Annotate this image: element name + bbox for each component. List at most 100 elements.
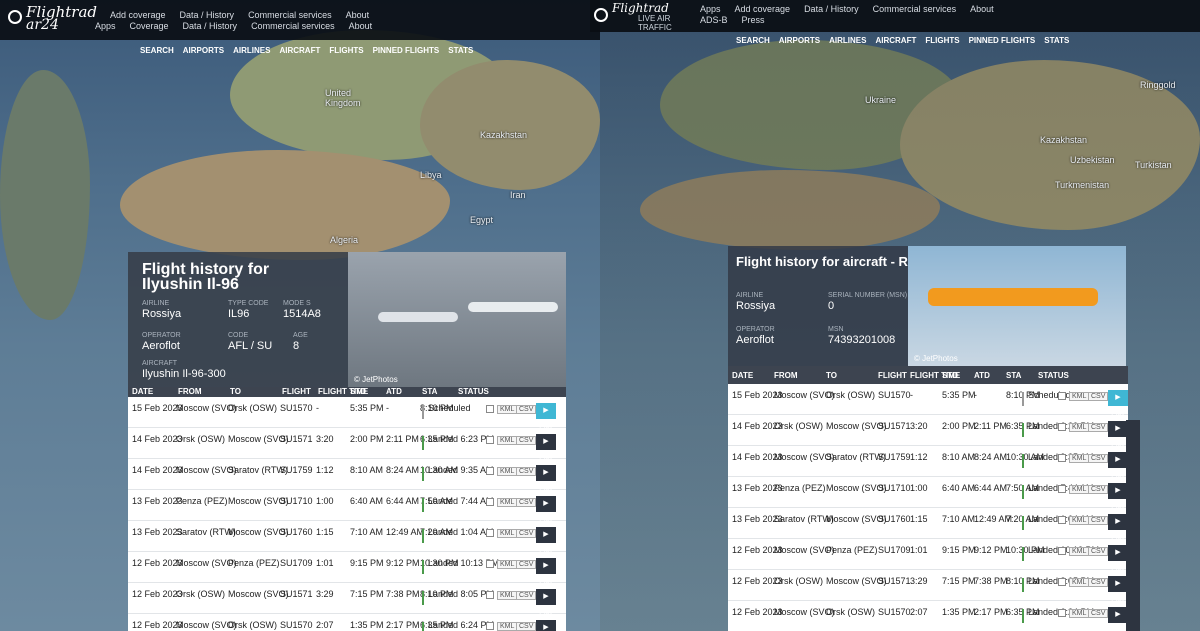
row-select-checkbox[interactable] [486,498,494,506]
play-flight-button[interactable]: ▶ Play [1108,452,1128,479]
csv-download-button[interactable]: CSV [1088,547,1109,556]
row-select-checkbox[interactable] [486,560,494,568]
cell-to[interactable]: Orsk (OSW) [826,390,875,400]
cell-flight[interactable]: SU1570 [878,607,911,617]
cell-flight[interactable]: SU1571 [280,434,313,444]
cell-to[interactable]: Saratov (RTW) [228,465,288,475]
cell-flight[interactable]: SU1710 [280,496,313,506]
cell-from[interactable]: Orsk (OSW) [176,589,225,599]
cell-from[interactable]: Penza (PEZ) [774,483,826,493]
table-row[interactable]: 13 Feb 2023 Saratov (RTW) Moscow (SVO) SU17… [128,521,566,554]
play-flight-button[interactable]: ▶ Play [1108,390,1128,417]
csv-download-button[interactable]: CSV [516,529,537,538]
nav-item[interactable]: Commercial services [873,4,957,14]
play-flight-button[interactable]: ▶ Play [1108,545,1128,572]
table-row[interactable]: 14 Feb 2023 Orsk (OSW) Moscow (SVO) SU1571 3… [128,428,566,461]
nav-item[interactable]: About [970,4,994,14]
kml-download-button[interactable]: KML [497,436,518,445]
nav-item[interactable]: Data / History [180,10,235,20]
nav-item[interactable]: About [346,10,370,20]
cell-flight[interactable]: SU1709 [878,545,911,555]
nav-item[interactable]: Press [742,15,765,25]
kml-download-button[interactable]: KML [497,622,518,631]
play-flight-button[interactable]: ▶ Play [1108,421,1128,448]
csv-download-button[interactable]: CSV [516,622,537,631]
table-row[interactable]: 12 Feb 2023 Moscow (SVO) Penza (PEZ) SU1709… [728,539,1128,572]
csv-download-button[interactable]: CSV [516,591,537,600]
cell-from[interactable]: Orsk (OSW) [774,576,823,586]
row-select-checkbox[interactable] [1058,516,1066,524]
cell-flight[interactable]: SU1570 [878,390,911,400]
play-flight-button[interactable]: ▶ Play [1108,607,1128,631]
csv-download-button[interactable]: CSV [516,436,537,445]
cell-from[interactable]: Orsk (OSW) [176,434,225,444]
kml-download-button[interactable]: KML [1069,423,1090,432]
cell-flight[interactable]: SU1571 [280,589,313,599]
csv-download-button[interactable]: CSV [1088,609,1109,618]
subnav-flights[interactable]: FLIGHTS [329,46,363,55]
row-select-checkbox[interactable] [1058,547,1066,555]
table-row[interactable]: 14 Feb 2023 Moscow (SVO) Saratov (RTW) SU17… [128,459,566,492]
play-flight-button[interactable]: ▶ Play [536,434,556,461]
nav-item[interactable]: ADS-B [700,15,728,25]
kml-download-button[interactable]: KML [497,498,518,507]
play-flight-button[interactable]: ▶ Play [536,620,556,631]
table-row[interactable]: 14 Feb 2023 Moscow (SVO) Saratov (RTW) SU17… [728,446,1128,479]
play-flight-button[interactable]: ▶ Play [536,496,556,523]
table-row[interactable]: 15 Feb 2023 Moscow (SVO) Orsk (OSW) SU1570-… [128,397,566,430]
play-flight-button[interactable]: ▶ Play [536,558,556,585]
subnav-airports[interactable]: AIRPORTS [183,46,224,55]
table-row[interactable]: 12 Feb 2023 Moscow (SVO) Orsk (OSW) SU1570 2… [128,614,566,631]
kml-download-button[interactable]: KML [497,529,518,538]
nav-item[interactable]: Apps [700,4,721,14]
subnav-airports[interactable]: AIRPORTS [779,36,820,45]
subnav-airlines[interactable]: AIRLINES [233,46,270,55]
nav-item[interactable]: Data / History [183,21,238,31]
kml-download-button[interactable]: KML [1069,516,1090,525]
csv-download-button[interactable]: CSV [516,405,537,414]
play-flight-button[interactable]: ▶ Play [1108,483,1128,510]
play-flight-button[interactable]: ▶ Play [1108,514,1128,541]
kml-download-button[interactable]: KML [1069,609,1090,618]
kml-download-button[interactable]: KML [1069,485,1090,494]
play-flight-button[interactable]: ▶ Play [536,403,556,430]
aircraft-photo-right[interactable]: © JetPhotos [908,246,1126,366]
row-select-checkbox[interactable] [486,591,494,599]
cell-flight[interactable]: SU1760 [280,527,313,537]
nav-item[interactable]: Coverage [130,21,169,31]
subnav-stats[interactable]: STATS [448,46,473,55]
csv-download-button[interactable]: CSV [1088,454,1109,463]
aircraft-photo[interactable]: © JetPhotos [348,252,566,387]
play-flight-button[interactable]: ▶ Play [536,527,556,554]
cell-to[interactable]: Orsk (OSW) [228,620,277,630]
row-select-checkbox[interactable] [1058,485,1066,493]
table-row[interactable]: 14 Feb 2023 Orsk (OSW) Moscow (SVO) SU1571 3… [728,415,1128,448]
csv-download-button[interactable]: CSV [1088,423,1109,432]
cell-flight[interactable]: SU1570 [280,403,313,413]
row-select-checkbox[interactable] [486,436,494,444]
row-select-checkbox[interactable] [1058,609,1066,617]
row-select-checkbox[interactable] [486,529,494,537]
table-row[interactable]: 12 Feb 2023 Moscow (SVO) Orsk (OSW) SU1570 2… [728,601,1128,631]
cell-from[interactable]: Orsk (OSW) [774,421,823,431]
subnav-stats[interactable]: STATS [1044,36,1069,45]
subnav-pinned[interactable]: PINNED FLIGHTS [969,36,1036,45]
cell-flight[interactable]: SU1759 [878,452,911,462]
csv-download-button[interactable]: CSV [1088,485,1109,494]
nav-item[interactable]: Apps [95,21,116,31]
cell-flight[interactable]: SU1759 [280,465,313,475]
kml-download-button[interactable]: KML [1069,578,1090,587]
csv-download-button[interactable]: CSV [516,498,537,507]
row-select-checkbox[interactable] [1058,454,1066,462]
kml-download-button[interactable]: KML [497,405,518,414]
cell-to[interactable]: Orsk (OSW) [228,403,277,413]
subnav-search[interactable]: SEARCH [140,46,174,55]
cell-to[interactable]: Penza (PEZ) [826,545,878,555]
csv-download-button[interactable]: CSV [1088,578,1109,587]
kml-download-button[interactable]: KML [1069,547,1090,556]
cell-flight[interactable]: SU1571 [878,421,911,431]
kml-download-button[interactable]: KML [497,467,518,476]
cell-to[interactable]: Orsk (OSW) [826,607,875,617]
cell-to[interactable]: Penza (PEZ) [228,558,280,568]
play-flight-button[interactable]: ▶ Play [536,589,556,616]
